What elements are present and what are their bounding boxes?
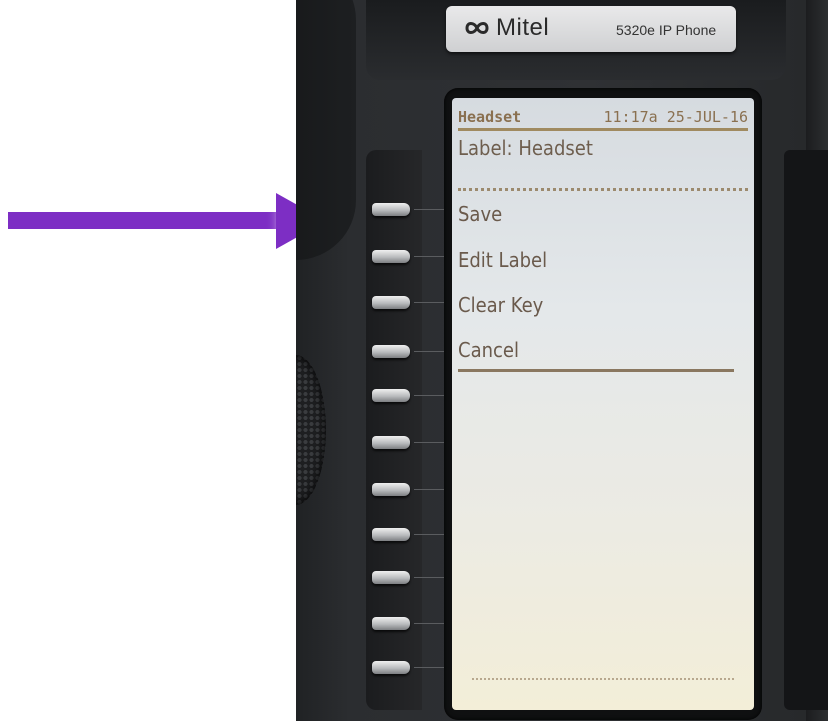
header-divider — [458, 128, 748, 131]
prog-key-2-edit-label[interactable] — [372, 250, 410, 263]
menu-divider — [458, 369, 734, 372]
menu-item-cancel[interactable]: Cancel — [458, 338, 519, 362]
prog-key-8[interactable] — [372, 528, 410, 541]
prog-key-6[interactable] — [372, 436, 410, 449]
prog-key-11[interactable] — [372, 661, 410, 674]
menu-item-save[interactable]: Save — [458, 202, 502, 226]
mitel-infinity-icon — [464, 18, 490, 38]
brand-name: Mitel — [496, 14, 550, 41]
menu-item-clear-key[interactable]: Clear Key — [458, 293, 543, 317]
prog-key-9[interactable] — [372, 571, 410, 584]
model-name: 5320e IP Phone — [616, 22, 717, 38]
prog-key-5[interactable] — [372, 389, 410, 402]
menu-item-edit-label[interactable]: Edit Label — [458, 248, 547, 272]
handset-cradle — [296, 0, 356, 260]
side-display-panel — [784, 150, 828, 710]
softkey-divider — [472, 678, 734, 680]
dotted-divider — [458, 188, 748, 191]
prog-key-3-clear-key[interactable] — [372, 296, 410, 309]
prog-key-7[interactable] — [372, 483, 410, 496]
prog-key-4-cancel[interactable] — [372, 345, 410, 358]
ip-phone: Mitel 5320e IP Phone Headset 11:17a 25-J… — [296, 0, 828, 721]
brand-plate: Mitel 5320e IP Phone — [446, 6, 736, 52]
key-label-value: Label: Headset — [458, 136, 593, 160]
lcd-screen: Headset 11:17a 25-JUL-16 Label: Headset … — [452, 98, 754, 710]
screen-datetime: 11:17a 25-JUL-16 — [603, 108, 749, 126]
screen-title: Headset — [458, 108, 522, 126]
prog-key-10[interactable] — [372, 617, 410, 630]
speaker-grille — [296, 355, 326, 505]
annotation-arrow-shaft — [8, 212, 280, 229]
prog-key-1-save[interactable] — [372, 203, 410, 216]
